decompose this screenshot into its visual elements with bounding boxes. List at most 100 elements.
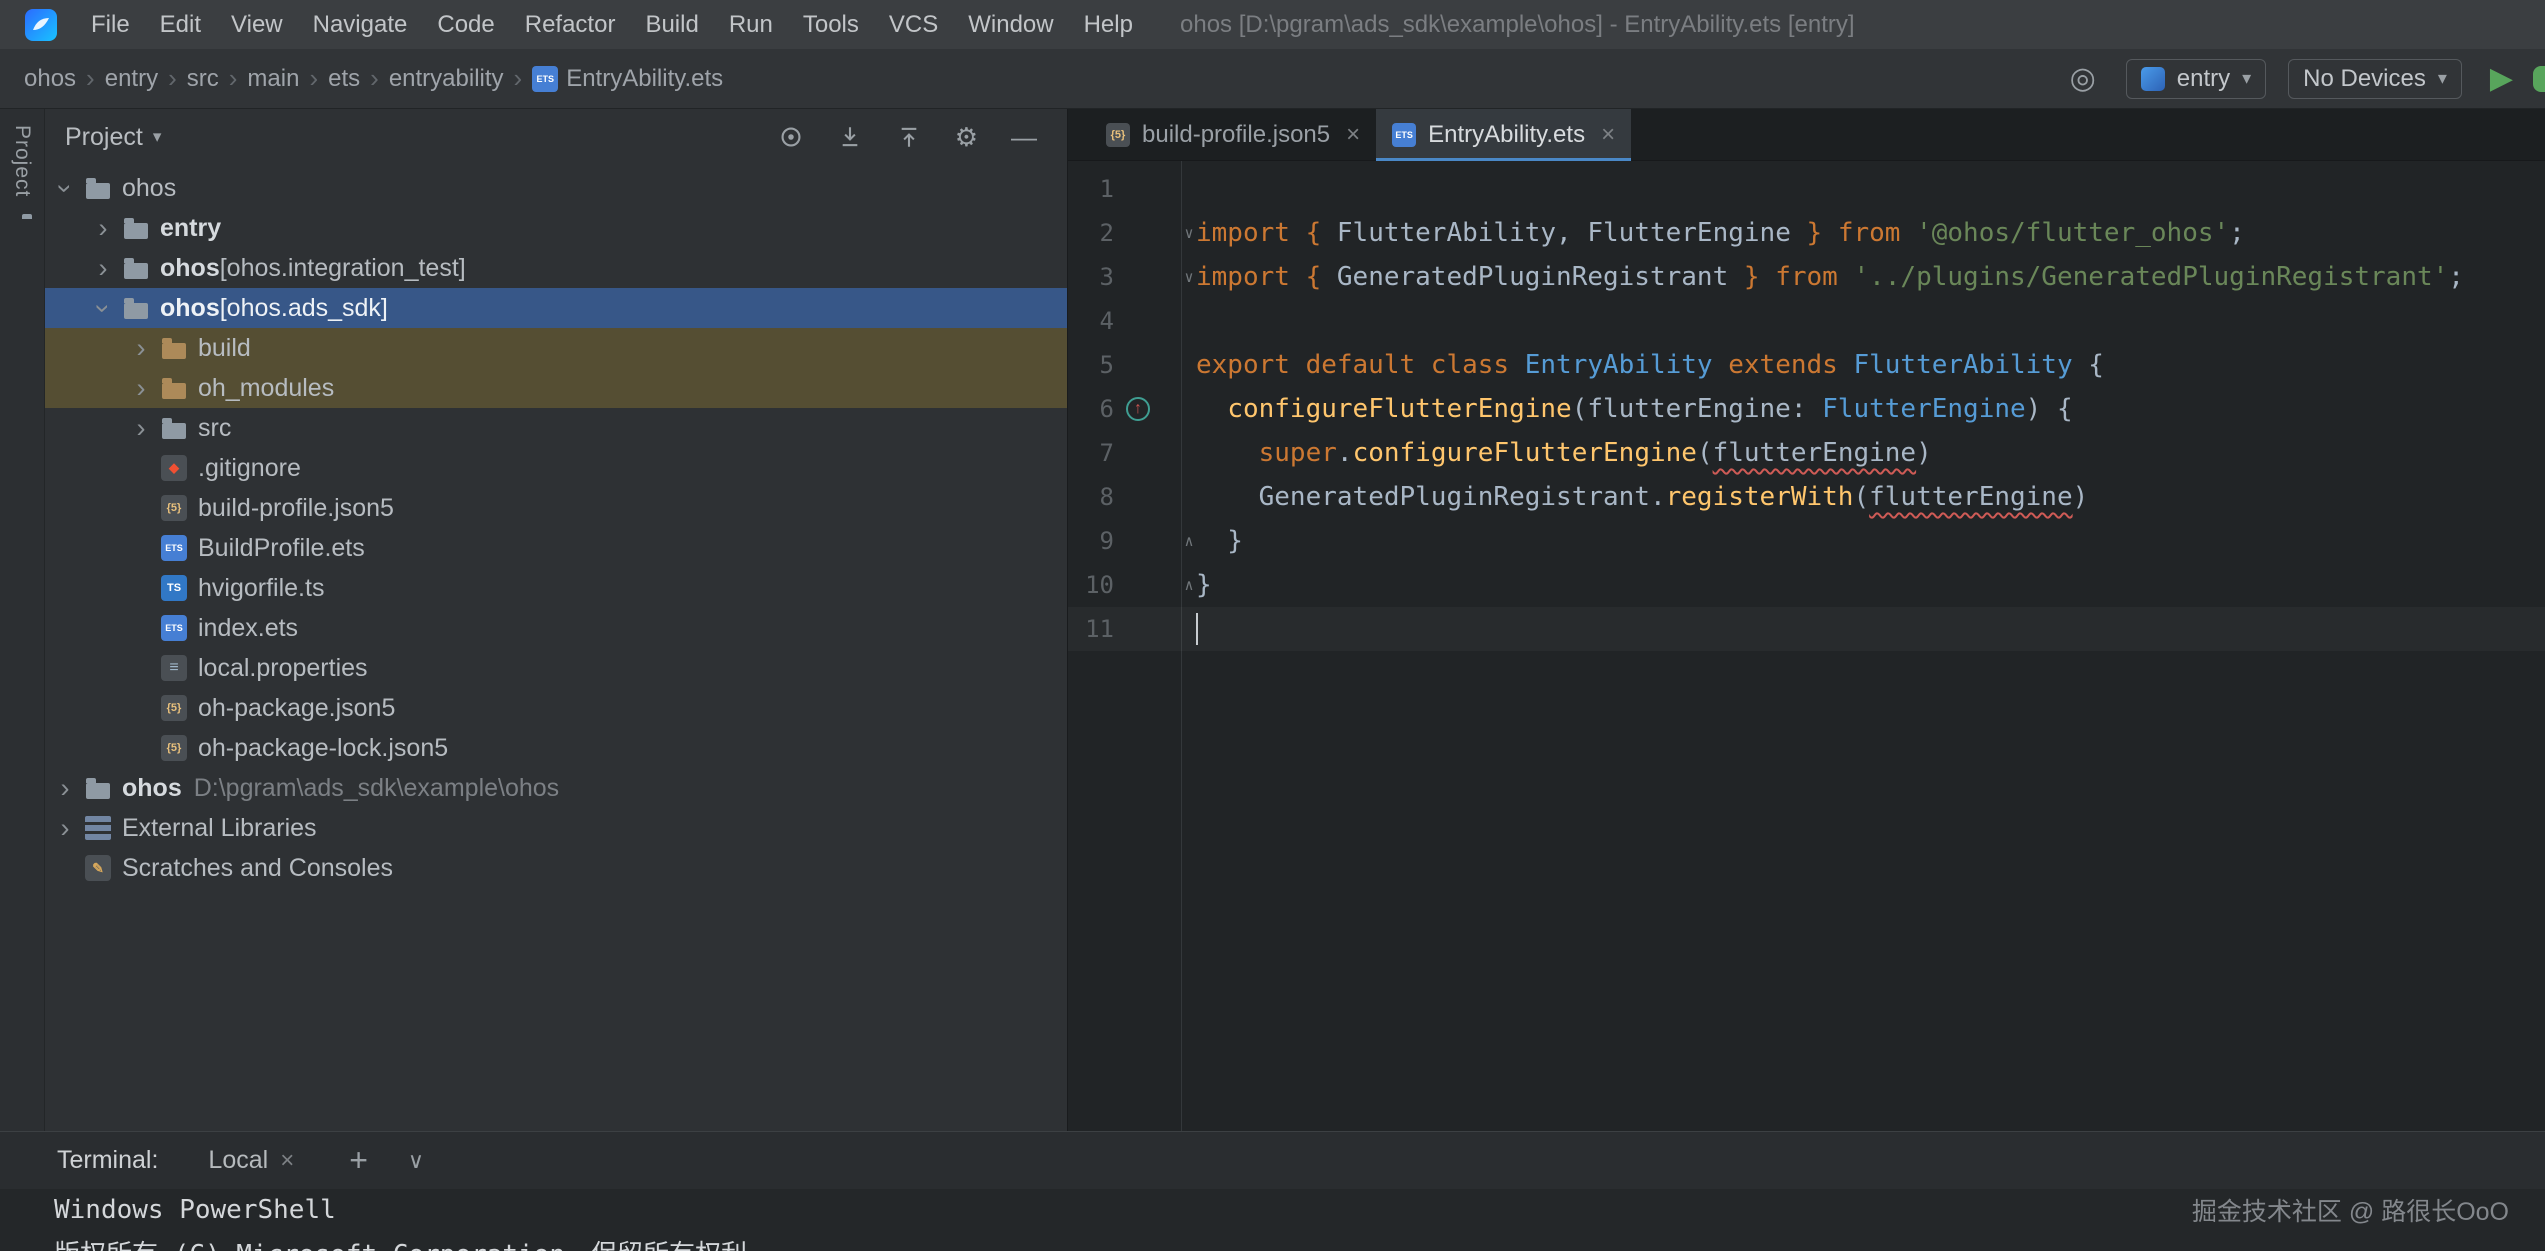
code-line-10[interactable]: 10∧} bbox=[1068, 563, 2545, 607]
collapse-all-icon[interactable] bbox=[896, 124, 922, 150]
watermark: 掘金技术社区 @ 路很长OoO bbox=[2192, 1189, 2509, 1231]
chevron-down-icon[interactable]: ▾ bbox=[153, 127, 162, 147]
close-icon[interactable]: × bbox=[1346, 121, 1360, 149]
gear-icon[interactable]: ⚙ bbox=[955, 124, 978, 150]
chevron-collapsed-icon[interactable]: › bbox=[50, 815, 80, 842]
fold-marker-icon[interactable]: ∨ bbox=[1182, 224, 1196, 242]
menu-code[interactable]: Code bbox=[422, 0, 509, 49]
line-number: 10 bbox=[1068, 571, 1114, 599]
code-line-5[interactable]: 5export default class EntryAbility exten… bbox=[1068, 343, 2545, 387]
app-logo-icon bbox=[24, 8, 58, 42]
tab-entryability-ets[interactable]: ETSEntryAbility.ets× bbox=[1376, 109, 1631, 160]
fold-marker-icon[interactable]: ∧ bbox=[1182, 576, 1196, 594]
code-editor[interactable]: 12∨import { FlutterAbility, FlutterEngin… bbox=[1068, 161, 2545, 1131]
code-line-7[interactable]: 7 super.configureFlutterEngine(flutterEn… bbox=[1068, 431, 2545, 475]
module-selector-label: entry bbox=[2177, 65, 2230, 93]
device-selector[interactable]: No Devices ▾ bbox=[2288, 59, 2462, 99]
tree-item-label: External Libraries bbox=[122, 814, 317, 843]
tree-item-hvigorfile-ts[interactable]: ›TShvigorfile.ts bbox=[45, 568, 1067, 608]
code-line-9[interactable]: 9∧ } bbox=[1068, 519, 2545, 563]
code-line-2[interactable]: 2∨import { FlutterAbility, FlutterEngine… bbox=[1068, 211, 2545, 255]
tree-item-build[interactable]: ›build bbox=[45, 328, 1067, 368]
tree-item-oh-modules[interactable]: ›oh_modules bbox=[45, 368, 1067, 408]
tree-item-entry[interactable]: ›entry bbox=[45, 208, 1067, 248]
chevron-collapsed-icon[interactable]: › bbox=[126, 415, 156, 442]
project-panel-title[interactable]: Project bbox=[65, 123, 143, 152]
code-line-6[interactable]: 6↑ configureFlutterEngine(flutterEngine:… bbox=[1068, 387, 2545, 431]
tree-item-label: ohos bbox=[160, 294, 220, 323]
chevron-down-icon[interactable]: ∨ bbox=[408, 1148, 424, 1174]
chevron-expanded-icon[interactable]: › bbox=[52, 173, 79, 203]
terminal-line-1: Windows PowerShell bbox=[0, 1189, 2545, 1231]
menu-file[interactable]: File bbox=[76, 0, 145, 49]
breadcrumb-item-ets[interactable]: ets bbox=[328, 65, 360, 93]
menu-navigate[interactable]: Navigate bbox=[298, 0, 423, 49]
menu-vcs[interactable]: VCS bbox=[874, 0, 953, 49]
hide-panel-icon[interactable]: — bbox=[1011, 124, 1037, 150]
expand-all-icon[interactable] bbox=[837, 124, 863, 150]
chevron-collapsed-icon[interactable]: › bbox=[50, 775, 80, 802]
chevron-collapsed-icon[interactable]: › bbox=[126, 375, 156, 402]
tab-build-profile-json5[interactable]: {5}build-profile.json5× bbox=[1090, 109, 1376, 160]
terminal-output[interactable]: Windows PowerShell版权所有 (C) Microsoft Cor… bbox=[0, 1189, 2545, 1251]
menu-view[interactable]: View bbox=[216, 0, 298, 49]
line-number: 6 bbox=[1068, 395, 1114, 423]
terminal-tab-local[interactable]: Local × bbox=[208, 1146, 294, 1175]
code-line-11[interactable]: 11 bbox=[1068, 607, 2545, 651]
override-method-icon[interactable]: ↑ bbox=[1126, 397, 1150, 421]
folder-icon bbox=[86, 783, 110, 799]
close-icon[interactable]: × bbox=[1601, 121, 1615, 149]
run-button[interactable]: ▶ bbox=[2490, 61, 2513, 96]
tree-item-buildprofile-ets[interactable]: ›ETSBuildProfile.ets bbox=[45, 528, 1067, 568]
terminal-header: Terminal: Local × + ∨ bbox=[0, 1132, 2545, 1189]
fold-marker-icon[interactable]: ∨ bbox=[1182, 268, 1196, 286]
breadcrumb-item-src[interactable]: src bbox=[187, 65, 219, 93]
menu-help[interactable]: Help bbox=[1069, 0, 1148, 49]
menu-window[interactable]: Window bbox=[953, 0, 1068, 49]
device-manager-icon[interactable]: ◎ bbox=[2070, 61, 2096, 96]
code-line-8[interactable]: 8 GeneratedPluginRegistrant.registerWith… bbox=[1068, 475, 2545, 519]
tree-item-label: src bbox=[198, 414, 231, 443]
tree-item-local-properties[interactable]: ›≡local.properties bbox=[45, 648, 1067, 688]
code-line-1[interactable]: 1 bbox=[1068, 167, 2545, 211]
breadcrumb-item-main[interactable]: main bbox=[247, 65, 299, 93]
tree-item-scratches-and-consoles[interactable]: ›✎Scratches and Consoles bbox=[45, 848, 1067, 888]
module-selector[interactable]: entry ▾ bbox=[2126, 59, 2266, 99]
chevron-collapsed-icon[interactable]: › bbox=[88, 215, 118, 242]
code-line-4[interactable]: 4 bbox=[1068, 299, 2545, 343]
tree-item-oh-package-lock-json5[interactable]: ›{5}oh-package-lock.json5 bbox=[45, 728, 1067, 768]
locate-file-icon[interactable] bbox=[778, 124, 804, 150]
tree-item-gitignore[interactable]: ›◆.gitignore bbox=[45, 448, 1067, 488]
menu-build[interactable]: Build bbox=[630, 0, 713, 49]
menu-run[interactable]: Run bbox=[714, 0, 788, 49]
new-terminal-button[interactable]: + bbox=[349, 1142, 368, 1179]
menu-edit[interactable]: Edit bbox=[145, 0, 216, 49]
breadcrumb-item-ohos[interactable]: ohos bbox=[24, 65, 76, 93]
tree-item-ohosd-pgram-ads-sdk-example-ohos[interactable]: ›ohosD:\pgram\ads_sdk\example\ohos bbox=[45, 768, 1067, 808]
tree-item-oh-package-json5[interactable]: ›{5}oh-package.json5 bbox=[45, 688, 1067, 728]
chevron-expanded-icon[interactable]: › bbox=[90, 293, 117, 323]
chevron-collapsed-icon[interactable]: › bbox=[126, 335, 156, 362]
tree-item-src[interactable]: › src bbox=[45, 408, 1067, 448]
tree-item-build-profile-json5[interactable]: ›{5}build-profile.json5 bbox=[45, 488, 1067, 528]
menu-tools[interactable]: Tools bbox=[788, 0, 874, 49]
tree-item-index-ets[interactable]: ›ETSindex.ets bbox=[45, 608, 1067, 648]
debug-button[interactable] bbox=[2533, 66, 2545, 92]
breadcrumb-item-entryability[interactable]: entryability bbox=[389, 65, 504, 93]
fold-marker-icon[interactable]: ∧ bbox=[1182, 532, 1196, 550]
close-icon[interactable]: × bbox=[280, 1147, 294, 1175]
tree-item-external-libraries[interactable]: › External Libraries bbox=[45, 808, 1067, 848]
ets-file-icon: ETS bbox=[161, 535, 187, 561]
chevron-collapsed-icon[interactable]: › bbox=[88, 255, 118, 282]
tree-item-ohos-ohos-ads-sdk[interactable]: ›ohos [ohos.ads_sdk] bbox=[45, 288, 1067, 328]
breadcrumb-item-entryability-ets[interactable]: ETSEntryAbility.ets bbox=[532, 65, 723, 93]
menu-refactor[interactable]: Refactor bbox=[510, 0, 631, 49]
breadcrumb-separator-icon: › bbox=[158, 63, 187, 94]
breadcrumb-item-entry[interactable]: entry bbox=[105, 65, 158, 93]
tree-item-ohos[interactable]: ›ohos bbox=[45, 168, 1067, 208]
code-line-3[interactable]: 3∨import { GeneratedPluginRegistrant } f… bbox=[1068, 255, 2545, 299]
line-number: 8 bbox=[1068, 483, 1114, 511]
tree-item-ohos-ohos-integration-test[interactable]: ›ohos [ohos.integration_test] bbox=[45, 248, 1067, 288]
breadcrumb-label: main bbox=[247, 65, 299, 93]
project-stripe-button[interactable]: Project bbox=[10, 125, 34, 197]
